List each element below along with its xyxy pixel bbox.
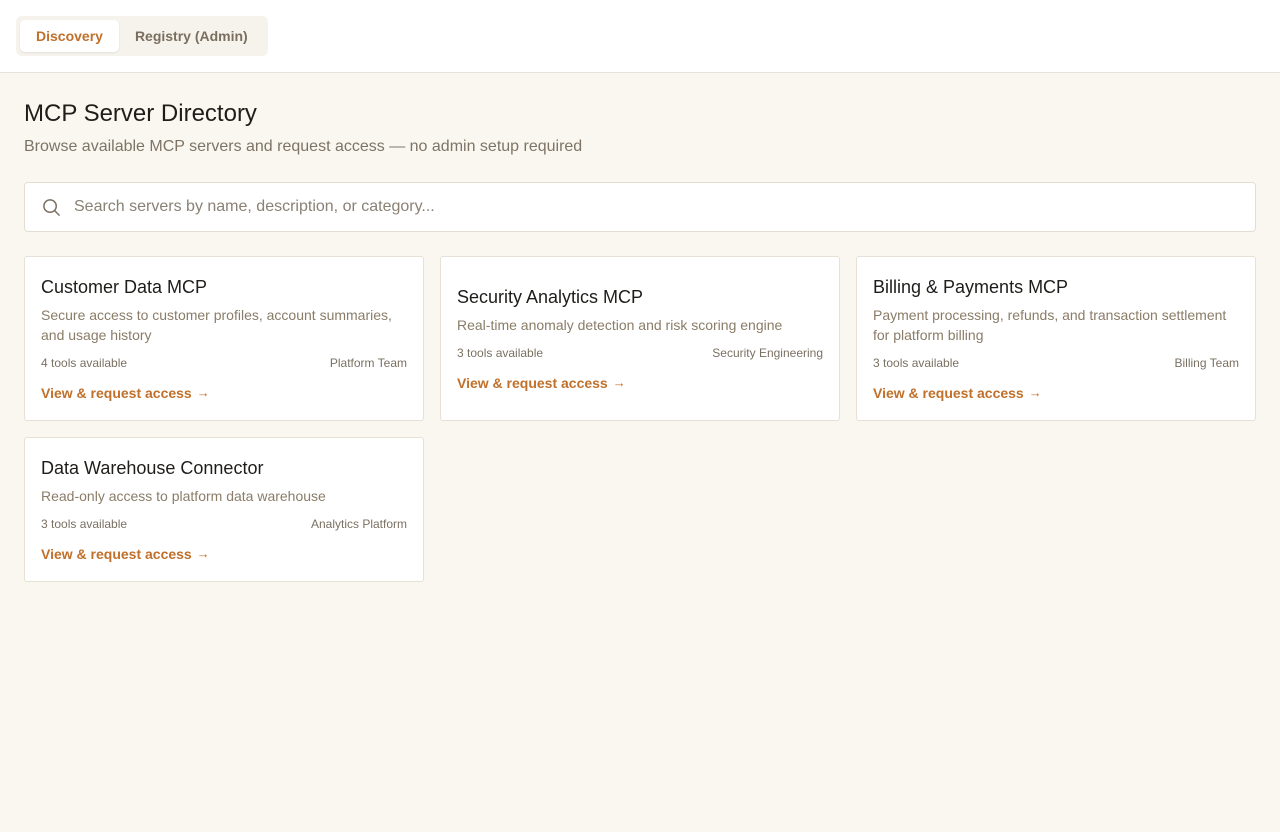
- server-description: Real-time anomaly detection and risk sco…: [457, 316, 783, 333]
- owner-team: Platform Team: [329, 355, 407, 370]
- server-description: Read-only access to platform data wareho…: [41, 487, 326, 504]
- top-nav: Discovery Registry (Admin): [0, 0, 1280, 73]
- arrow-right-icon: →: [196, 384, 210, 400]
- search-icon: [41, 197, 61, 217]
- server-card-security-analytics[interactable]: Security Analytics MCP Real-time anomaly…: [440, 256, 840, 421]
- server-title: Data Warehouse Connector: [41, 457, 264, 478]
- arrow-right-icon: →: [196, 545, 210, 561]
- arrow-right-icon: →: [1028, 384, 1042, 400]
- tools-count: 3 tools available: [457, 345, 544, 360]
- server-card-billing-payments[interactable]: Billing & Payments MCP Payment processin…: [856, 256, 1256, 421]
- owner-team: Billing Team: [1174, 355, 1239, 370]
- link-label: View & request access: [457, 374, 608, 391]
- server-description: Secure access to customer profiles, acco…: [41, 306, 392, 343]
- server-title: Customer Data MCP: [41, 276, 208, 297]
- tools-count: 4 tools available: [41, 355, 128, 370]
- server-title: Security Analytics MCP: [457, 286, 644, 307]
- view-tabs: Discovery Registry (Admin): [16, 16, 268, 56]
- server-card-customer-data[interactable]: Customer Data MCP Secure access to custo…: [24, 256, 424, 421]
- view-request-access-link[interactable]: View & request access →: [457, 374, 823, 392]
- page-subtitle: Browse available MCP servers and request…: [24, 138, 583, 155]
- view-request-access-link[interactable]: View & request access →: [41, 545, 407, 563]
- view-request-access-link[interactable]: View & request access →: [873, 384, 1239, 402]
- link-label: View & request access: [873, 384, 1024, 401]
- server-meta: 3 tools available Security Engineering: [457, 345, 823, 361]
- owner-team: Security Engineering: [712, 345, 823, 360]
- server-card-data-warehouse[interactable]: Data Warehouse Connector Read-only acces…: [24, 437, 424, 582]
- link-label: View & request access: [41, 384, 192, 401]
- server-meta: 4 tools available Platform Team: [41, 355, 407, 371]
- link-label: View & request access: [41, 545, 192, 562]
- main-content: MCP Server Directory Browse available MC…: [0, 73, 1280, 582]
- owner-team: Analytics Platform: [310, 516, 407, 531]
- tab-discovery[interactable]: Discovery: [20, 20, 119, 52]
- server-title: Billing & Payments MCP: [873, 276, 1069, 297]
- tools-count: 3 tools available: [873, 355, 960, 370]
- server-meta: 3 tools available Analytics Platform: [41, 516, 407, 532]
- search-bar[interactable]: [24, 182, 1256, 232]
- server-meta: 3 tools available Billing Team: [873, 355, 1239, 371]
- page-title: MCP Server Directory: [24, 100, 257, 127]
- server-grid: Customer Data MCP Secure access to custo…: [24, 256, 1256, 582]
- tools-count: 3 tools available: [41, 516, 128, 531]
- view-request-access-link[interactable]: View & request access →: [41, 384, 407, 402]
- tab-registry-admin[interactable]: Registry (Admin): [119, 20, 264, 52]
- server-description: Payment processing, refunds, and transac…: [873, 306, 1227, 343]
- arrow-right-icon: →: [612, 374, 626, 390]
- search-input[interactable]: [74, 198, 1255, 216]
